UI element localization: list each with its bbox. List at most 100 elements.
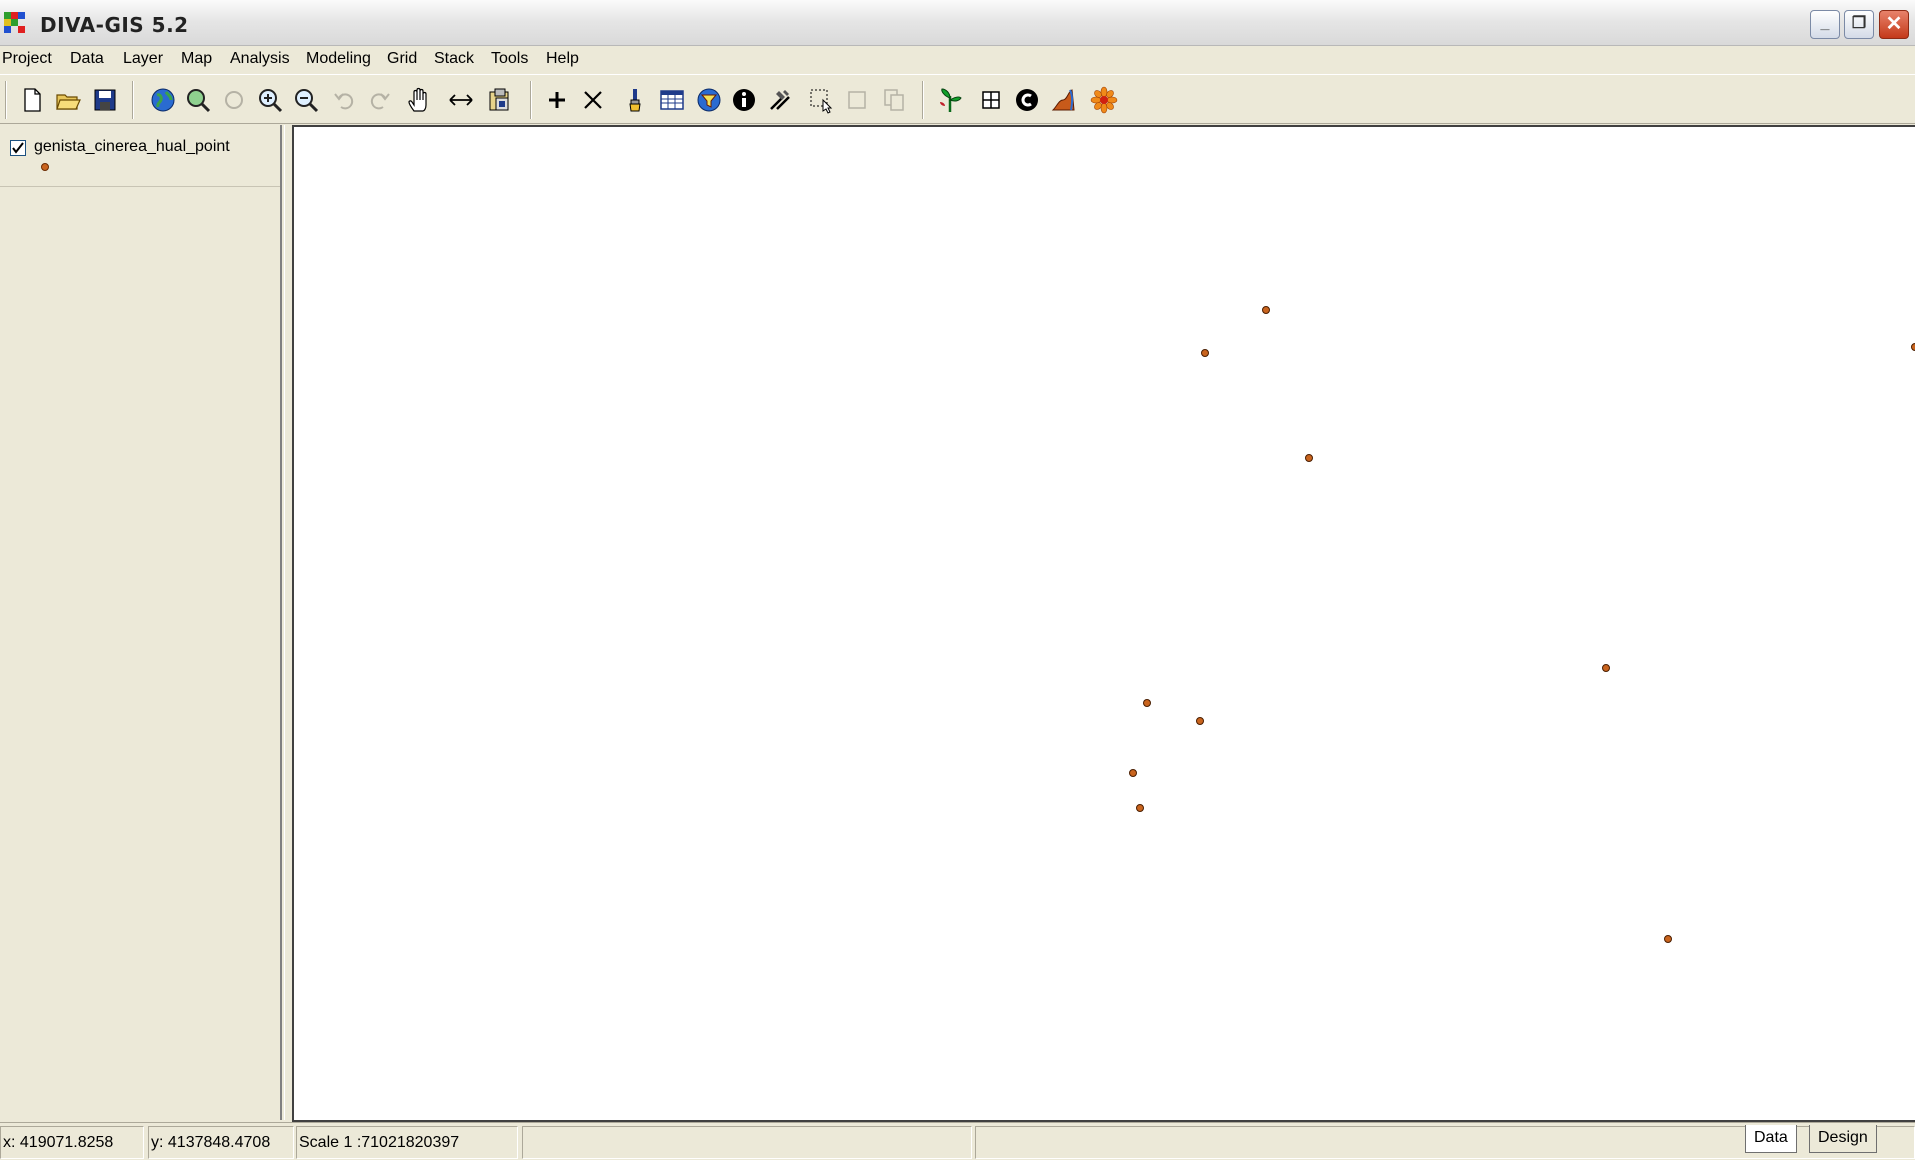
- copy-map-icon: [489, 88, 509, 111]
- plant-icon: [940, 88, 962, 112]
- zoom-out-button[interactable]: [290, 84, 322, 116]
- properties-button[interactable]: [619, 84, 651, 116]
- checkmark-icon: [12, 142, 24, 154]
- point-symbol-icon: [41, 163, 49, 171]
- select-icon: [810, 89, 833, 114]
- tab-design[interactable]: Design: [1809, 1125, 1877, 1153]
- occurrence-point[interactable]: [1136, 804, 1144, 812]
- y-coordinate: y: 4137848.4708: [148, 1126, 294, 1159]
- x-coordinate: x: 419071.8258: [0, 1126, 144, 1159]
- measure-button[interactable]: [445, 84, 477, 116]
- menu-stack[interactable]: Stack: [434, 50, 474, 68]
- menu-tools[interactable]: Tools: [491, 50, 528, 68]
- zoom-selection-icon: [225, 91, 243, 109]
- app-logo-icon: [4, 12, 26, 34]
- zoom-in-icon: [259, 89, 283, 113]
- menu-analysis[interactable]: Analysis: [230, 50, 290, 68]
- close-button[interactable]: ✕: [1879, 10, 1909, 39]
- occurrence-point[interactable]: [1664, 935, 1672, 943]
- zoom-out-icon: [295, 89, 319, 113]
- undo-zoom-button[interactable]: [328, 84, 360, 116]
- measure-icon: [449, 94, 473, 106]
- panel-splitter[interactable]: [284, 125, 292, 1120]
- toolbar-separator: [922, 81, 924, 119]
- table-icon: [660, 90, 684, 110]
- grid-icon: [982, 91, 1000, 109]
- grid-button[interactable]: [975, 84, 1007, 116]
- menu-help[interactable]: Help: [546, 50, 579, 68]
- occurrence-point[interactable]: [292, 690, 294, 698]
- clear-selection-icon: [848, 91, 866, 109]
- status-empty-panel: [522, 1126, 972, 1159]
- occurrence-point[interactable]: [1129, 769, 1137, 777]
- menu-modeling[interactable]: Modeling: [306, 50, 371, 68]
- new-project-button[interactable]: [16, 84, 48, 116]
- flower-icon: [1090, 86, 1118, 114]
- point-to-grid-button[interactable]: [934, 84, 966, 116]
- remove-layer-button[interactable]: [577, 84, 609, 116]
- open-button[interactable]: [52, 84, 84, 116]
- toolbar-separator: [132, 81, 134, 119]
- zoom-to-layer-button[interactable]: [182, 84, 214, 116]
- zoom-selected-button[interactable]: [218, 84, 250, 116]
- clear-selection-button[interactable]: [841, 84, 873, 116]
- climate-icon: [1051, 89, 1075, 111]
- map-canvas[interactable]: [292, 125, 1915, 1122]
- view-tabs: Data Design: [1745, 1125, 1895, 1155]
- occurrence-point[interactable]: [1143, 699, 1151, 707]
- circle-tool-button[interactable]: [1011, 84, 1043, 116]
- menu-layer[interactable]: Layer: [123, 50, 163, 68]
- cross-icon: [584, 91, 602, 109]
- pan-button[interactable]: [403, 84, 435, 116]
- toolbar-grip: [5, 81, 7, 119]
- menu-map[interactable]: Map: [181, 50, 212, 68]
- occurrence-point[interactable]: [1196, 717, 1204, 725]
- copy-map-button[interactable]: [484, 84, 516, 116]
- plus-icon: [549, 92, 565, 108]
- menu-data[interactable]: Data: [70, 50, 104, 68]
- status-bar: x: 419071.8258 y: 4137848.4708 Scale 1 :…: [0, 1122, 1915, 1160]
- hammer-icon: [770, 90, 790, 110]
- map-scale: Scale 1 :71021820397: [296, 1126, 518, 1159]
- menu-project[interactable]: Project: [2, 50, 52, 68]
- toolbar: [0, 74, 1915, 124]
- layer-visibility-checkbox[interactable]: [10, 140, 26, 156]
- add-layer-button[interactable]: [541, 84, 573, 116]
- occurrence-point[interactable]: [1305, 454, 1313, 462]
- redo-zoom-button[interactable]: [364, 84, 396, 116]
- occurrence-point[interactable]: [1201, 349, 1209, 357]
- title-bar: DIVA-GIS 5.2 _ ❐ ✕: [0, 0, 1915, 46]
- occurrence-point[interactable]: [1911, 343, 1915, 351]
- about-button[interactable]: [1088, 84, 1120, 116]
- layer-name: genista_cinerea_hual_point: [34, 138, 230, 155]
- copy-selection-icon: [884, 89, 904, 111]
- climate-button[interactable]: [1048, 84, 1080, 116]
- legend-layer-entry[interactable]: genista_cinerea_hual_point: [0, 125, 280, 187]
- attribute-table-button[interactable]: [656, 84, 688, 116]
- save-button[interactable]: [89, 84, 121, 116]
- occurrence-point[interactable]: [1602, 664, 1610, 672]
- select-button[interactable]: [805, 84, 837, 116]
- globe-icon: [151, 88, 175, 112]
- legend-panel: genista_cinerea_hual_point: [0, 125, 282, 1120]
- copy-selection-button[interactable]: [878, 84, 910, 116]
- save-icon: [94, 89, 116, 111]
- full-extent-button[interactable]: [147, 84, 179, 116]
- info-icon: [733, 89, 755, 111]
- tab-data[interactable]: Data: [1745, 1125, 1797, 1153]
- query-button[interactable]: [693, 84, 725, 116]
- identify-button[interactable]: [728, 84, 760, 116]
- minimize-button[interactable]: _: [1810, 10, 1840, 39]
- undo-icon: [334, 93, 354, 110]
- brush-icon: [629, 89, 641, 112]
- occurrence-point[interactable]: [1262, 306, 1270, 314]
- query-icon: [697, 88, 721, 112]
- menu-grid[interactable]: Grid: [387, 50, 417, 68]
- zoom-in-button[interactable]: [254, 84, 286, 116]
- restore-button[interactable]: ❐: [1844, 10, 1874, 39]
- menu-bar: Project Data Layer Map Analysis Modeling…: [0, 46, 1915, 74]
- redo-icon: [370, 93, 390, 110]
- hand-icon: [408, 87, 427, 112]
- window-title: DIVA-GIS 5.2: [40, 13, 189, 37]
- tools-button[interactable]: [764, 84, 796, 116]
